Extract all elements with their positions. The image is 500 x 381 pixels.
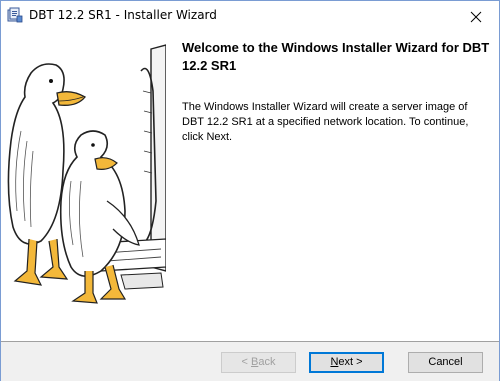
window-title: DBT 12.2 SR1 - Installer Wizard [29,8,217,22]
welcome-description: The Windows Installer Wizard will create… [182,101,469,143]
installer-window: DBT 12.2 SR1 - Installer Wizard Welcome … [0,0,500,381]
back-label-prefix: < [241,356,251,368]
back-button[interactable]: < Back [221,352,296,373]
back-label-rest: ack [258,356,276,368]
close-icon [470,11,482,23]
installer-app-icon [7,7,23,23]
welcome-side-panel [1,31,167,341]
ducks-at-computer-illustration [7,44,167,304]
title-bar[interactable]: DBT 12.2 SR1 - Installer Wizard [1,1,499,31]
button-bar: < Back Next > Cancel [1,341,499,381]
page-heading: Welcome to the Windows Installer Wizard … [182,40,490,73]
next-label-rest: ext > [338,356,363,368]
close-button[interactable] [453,1,499,31]
next-button[interactable]: Next > [309,352,384,373]
cancel-button[interactable]: Cancel [408,352,483,373]
